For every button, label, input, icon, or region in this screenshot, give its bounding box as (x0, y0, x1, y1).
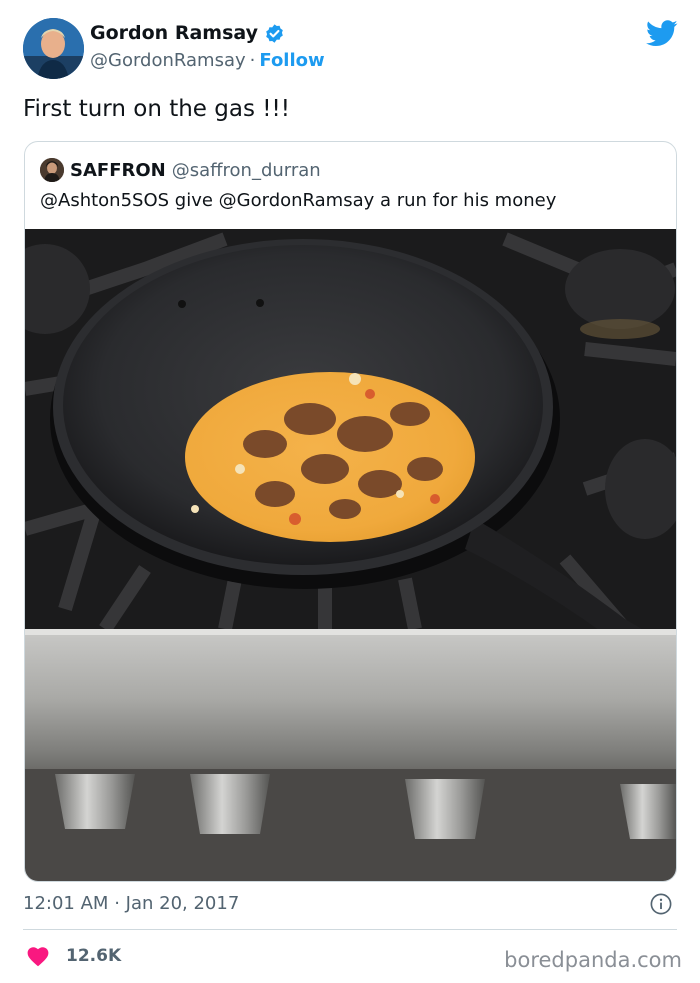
info-icon[interactable] (650, 893, 672, 915)
author-name-row[interactable]: Gordon Ramsay (90, 22, 285, 44)
quoted-tweet-text: @Ashton5SOS give @GordonRamsay a run for… (40, 190, 557, 211)
author-name[interactable]: Gordon Ramsay (90, 22, 258, 44)
quoted-author-avatar[interactable] (40, 158, 64, 182)
author-handle-row: @GordonRamsay · Follow (90, 50, 325, 71)
like-count: 12.6K (66, 946, 122, 966)
like-action[interactable]: 12.6K (26, 945, 121, 967)
handle-separator: · (249, 50, 256, 71)
divider (23, 929, 677, 930)
verified-badge-icon (266, 23, 283, 43)
tweet-card: Gordon Ramsay @GordonRamsay · Follow First… (0, 0, 700, 983)
heart-icon[interactable] (26, 945, 50, 967)
timestamp-separator: · (114, 893, 120, 914)
twitter-bird-icon[interactable] (646, 20, 678, 47)
quoted-author-name[interactable]: SAFFRON (70, 160, 166, 181)
author-handle[interactable]: @GordonRamsay (90, 50, 246, 71)
tweet-text: First turn on the gas !!! (23, 96, 290, 122)
tweet-date: Jan 20, 2017 (125, 893, 240, 914)
tweet-time: 12:01 AM (23, 893, 109, 914)
quoted-tweet[interactable]: SAFFRON @saffron_durran @Ashton5SOS give… (24, 141, 677, 882)
tweet-timestamp[interactable]: 12:01 AM · Jan 20, 2017 (23, 893, 239, 914)
author-avatar[interactable] (23, 18, 84, 79)
quoted-author-handle[interactable]: @saffron_durran (172, 160, 321, 181)
follow-button[interactable]: Follow (259, 50, 324, 71)
quoted-author-row: SAFFRON @saffron_durran (40, 158, 321, 182)
watermark: boredpanda.com (504, 948, 682, 972)
quoted-tweet-photo[interactable] (25, 229, 676, 881)
